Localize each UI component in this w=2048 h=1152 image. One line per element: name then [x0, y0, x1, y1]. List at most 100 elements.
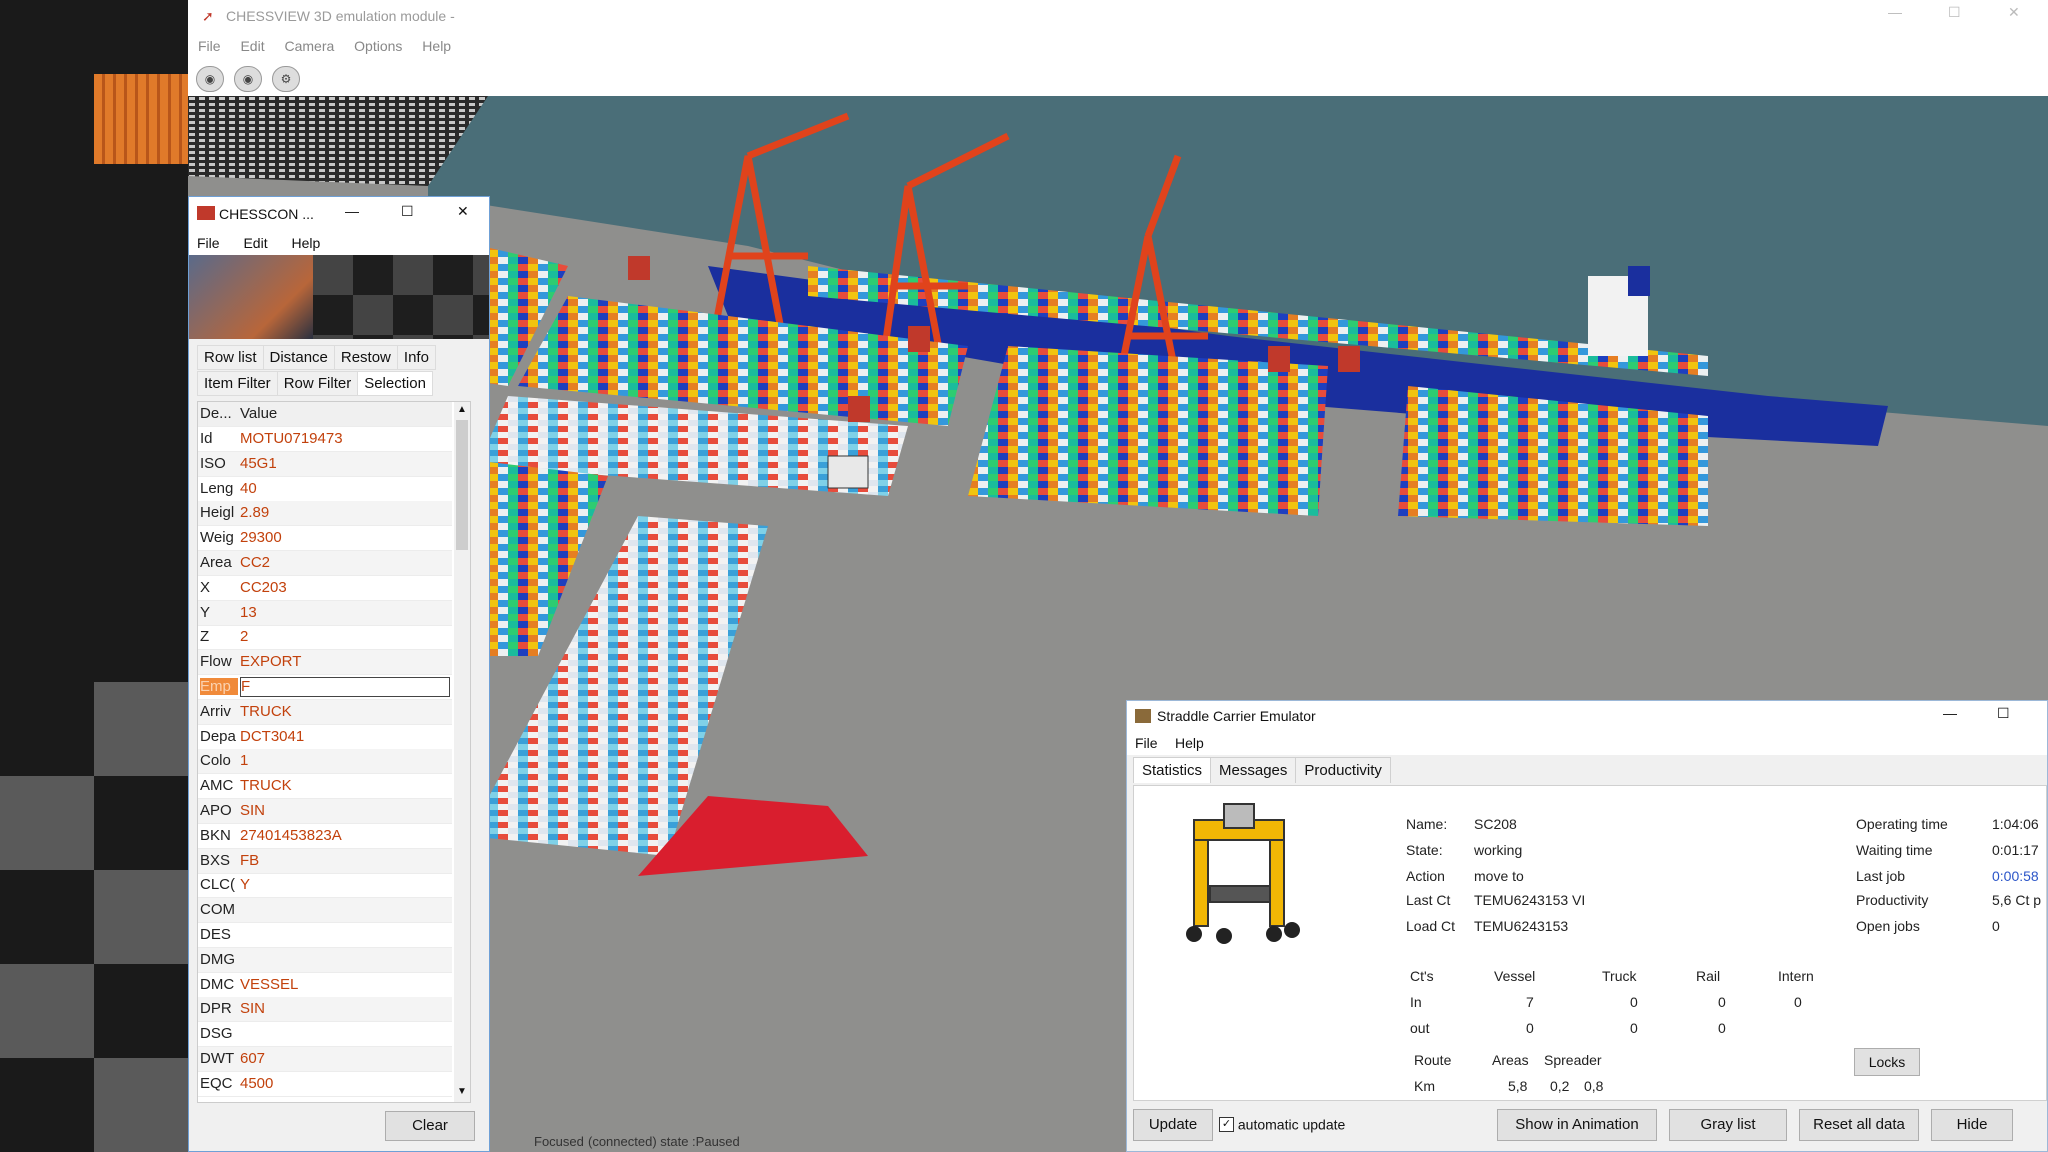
grid-row[interactable]: DPR SIN [198, 997, 452, 1023]
straddle-menu-help[interactable]: Help [1175, 735, 1204, 751]
minimize-button[interactable]: — [1888, 4, 1902, 20]
hide-button[interactable]: Hide [1931, 1109, 2013, 1141]
grid-row-value[interactable]: SIN [240, 1000, 448, 1017]
chesscon-menu-edit[interactable]: Edit [243, 235, 267, 251]
grid-row[interactable]: DSG [198, 1022, 452, 1048]
grid-row-value[interactable]: 13 [240, 604, 448, 621]
grid-row[interactable]: X CC203 [198, 576, 452, 601]
tab-row-filter[interactable]: Row Filter [276, 371, 359, 396]
maximize-button[interactable]: ☐ [1948, 4, 1961, 21]
grid-row-value[interactable]: 45G1 [240, 455, 448, 472]
grid-row[interactable]: ISO 45G1 [198, 451, 452, 477]
grid-row[interactable]: Leng 40 [198, 477, 452, 502]
grid-row[interactable]: Y 13 [198, 600, 452, 626]
grid-row-value[interactable]: VESSEL [240, 976, 448, 993]
automatic-update-toggle[interactable]: ✓ automatic update [1219, 1115, 1345, 1132]
tab-info[interactable]: Info [396, 345, 436, 370]
grid-row[interactable]: DMG [198, 947, 452, 973]
tab-distance[interactable]: Distance [262, 345, 335, 370]
cts-out-truck: 0 [1630, 1020, 1638, 1036]
grid-row-value[interactable]: TRUCK [240, 777, 448, 794]
scroll-up-arrow[interactable]: ▲ [457, 404, 467, 415]
automatic-update-checkbox[interactable]: ✓ [1219, 1116, 1234, 1132]
camera-view-button[interactable]: ◉ [196, 66, 224, 92]
straddle-minimize-button[interactable]: — [1943, 705, 1957, 721]
tab-row-list[interactable]: Row list [197, 345, 264, 370]
menu-help[interactable]: Help [422, 38, 451, 54]
grid-row[interactable]: EQC 4500 [198, 1072, 452, 1097]
grid-row-value[interactable]: DCT3041 [240, 728, 448, 745]
grid-row[interactable]: AMC TRUCK [198, 774, 452, 800]
grid-row-value[interactable]: F [240, 677, 450, 697]
grid-scrollbar[interactable]: ▲ ▼ [454, 402, 470, 1102]
record-button[interactable]: ◉ [234, 66, 262, 92]
tab-productivity[interactable]: Productivity [1295, 757, 1391, 783]
close-button[interactable]: ✕ [2008, 4, 2020, 21]
grid-row-value[interactable]: 607 [240, 1050, 448, 1067]
grid-row[interactable]: Id MOTU0719473 [198, 427, 452, 452]
reset-all-data-button[interactable]: Reset all data [1799, 1109, 1919, 1141]
grid-row[interactable]: Arriv TRUCK [198, 699, 452, 725]
grid-row[interactable]: Weig 29300 [198, 526, 452, 552]
tab-statistics[interactable]: Statistics [1133, 757, 1212, 783]
gray-list-button[interactable]: Gray list [1669, 1109, 1787, 1141]
straddle-maximize-button[interactable]: ☐ [1997, 705, 2010, 722]
update-button[interactable]: Update [1133, 1109, 1213, 1141]
grid-row-value[interactable]: 40 [240, 480, 448, 497]
grid-row-value[interactable]: MOTU0719473 [240, 430, 448, 447]
chesscon-maximize-button[interactable]: ☐ [401, 203, 414, 220]
grid-row-value[interactable]: 4500 [240, 1075, 448, 1092]
grid-row[interactable]: DWT 607 [198, 1047, 452, 1072]
grid-row-value[interactable]: 29300 [240, 529, 448, 546]
grid-row[interactable]: Area CC2 [198, 551, 452, 576]
grid-row[interactable]: Colo 1 [198, 749, 452, 775]
scroll-thumb[interactable] [456, 420, 468, 550]
tab-restow[interactable]: Restow [333, 345, 398, 370]
grid-row-value[interactable]: 2 [240, 628, 448, 645]
grid-row[interactable]: Emp F [198, 675, 452, 700]
grid-row[interactable]: DES [198, 923, 452, 948]
settings-button[interactable]: ⚙ [272, 66, 300, 92]
grid-row-value[interactable]: CC2 [240, 554, 448, 571]
grid-row[interactable]: Depa DCT3041 [198, 725, 452, 750]
menu-camera[interactable]: Camera [284, 38, 334, 54]
grid-row[interactable]: COM [198, 898, 452, 924]
scroll-down-arrow[interactable]: ▼ [457, 1086, 467, 1097]
chesscon-menu-file[interactable]: File [197, 235, 220, 251]
grid-row[interactable]: Z2 [198, 625, 452, 651]
menu-file[interactable]: File [198, 38, 221, 54]
grid-row-value[interactable]: FB [240, 852, 448, 869]
grid-row-value[interactable]: EXPORT [240, 653, 448, 670]
tab-item-filter[interactable]: Item Filter [197, 371, 278, 396]
grid-row-value[interactable]: SIN [240, 802, 448, 819]
grid-row-value[interactable]: TRUCK [240, 703, 448, 720]
chesscon-close-button[interactable]: ✕ [457, 203, 469, 220]
grid-row-value[interactable]: Y [240, 876, 448, 893]
grid-row[interactable]: BKN 27401453823A [198, 824, 452, 849]
selected-straddle-carrier[interactable] [827, 455, 869, 489]
locks-button[interactable]: Locks [1854, 1048, 1920, 1076]
chesscon-minimize-button[interactable]: — [345, 203, 359, 219]
grid-header-key[interactable]: De... [200, 405, 238, 422]
grid-header-value[interactable]: Value [240, 405, 448, 422]
grid-row[interactable]: DMC VESSEL [198, 973, 452, 998]
clear-button[interactable]: Clear [385, 1111, 475, 1141]
grid-row-value[interactable]: CC203 [240, 579, 448, 596]
grid-row[interactable]: CLC(Y [198, 873, 452, 899]
grid-row-value[interactable]: 2.89 [240, 504, 448, 521]
chesscon-menu-help[interactable]: Help [291, 235, 320, 251]
grid-row-value[interactable]: 27401453823A [240, 827, 448, 844]
grid-row[interactable]: Heigl 2.89 [198, 501, 452, 527]
straddle-menu-file[interactable]: File [1135, 735, 1158, 751]
grid-row[interactable]: BXS FB [198, 848, 452, 874]
grid-row[interactable]: Flow EXPORT [198, 650, 452, 676]
grid-row[interactable]: APO SIN [198, 799, 452, 824]
show-in-animation-button[interactable]: Show in Animation [1497, 1109, 1657, 1141]
menu-edit[interactable]: Edit [240, 38, 264, 54]
tab-messages[interactable]: Messages [1210, 757, 1297, 783]
menu-options[interactable]: Options [354, 38, 402, 54]
grid-header: De... Value [198, 402, 452, 427]
tab-selection[interactable]: Selection [357, 371, 433, 396]
grid-row-value[interactable]: 1 [240, 752, 448, 769]
grid-row-key: Id [200, 430, 213, 447]
